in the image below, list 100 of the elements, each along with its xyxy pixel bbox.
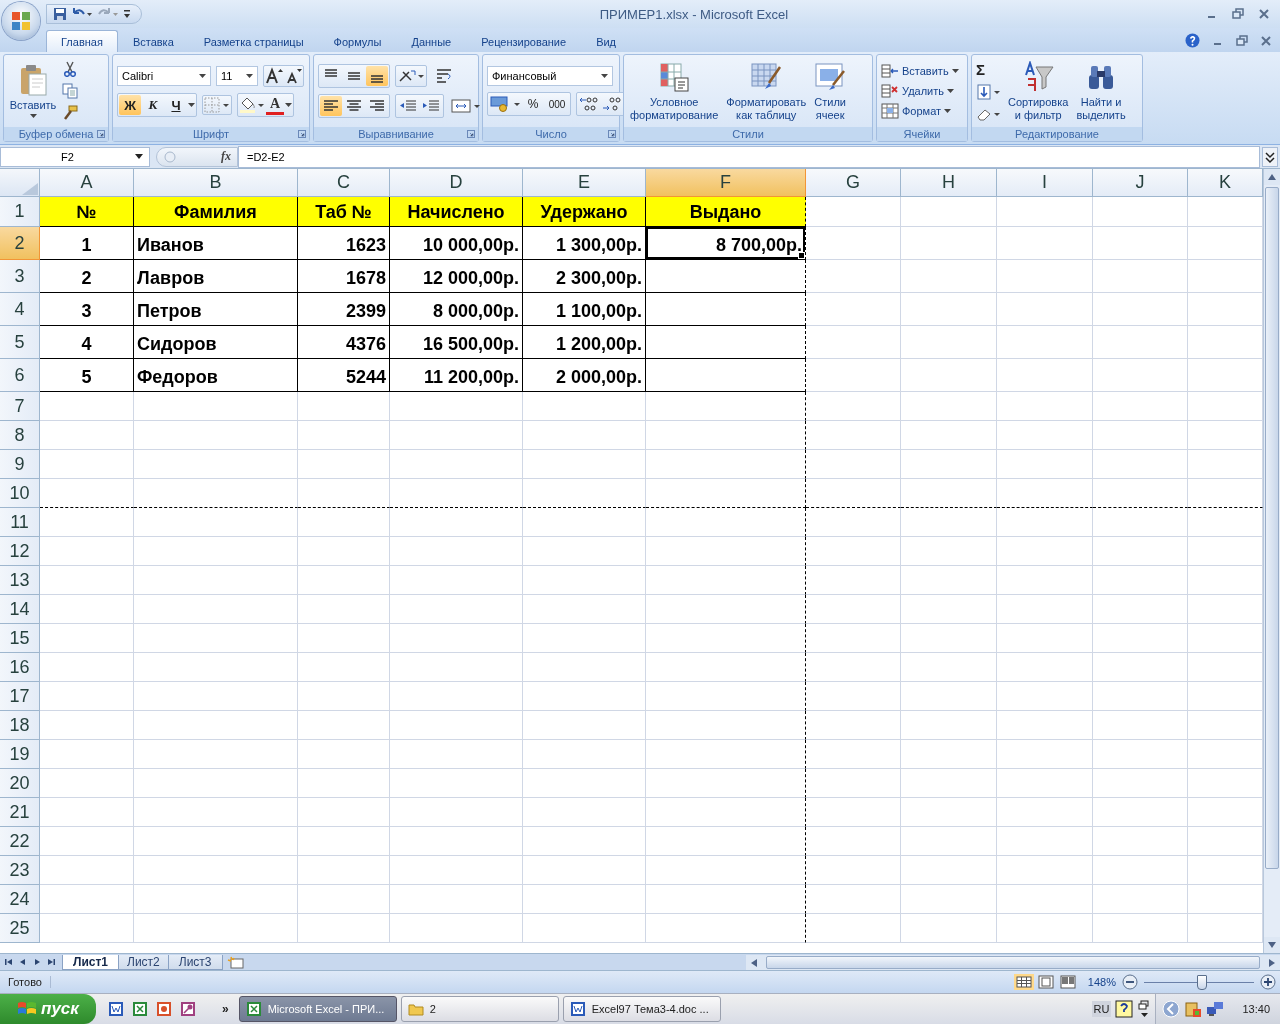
table-cell[interactable]: 4376 (298, 326, 390, 359)
chevron-left-icon[interactable] (1162, 1000, 1181, 1018)
table-cell[interactable]: 12 000,00р. (390, 260, 523, 293)
row-header[interactable]: 21 (0, 798, 40, 827)
column-header[interactable]: K (1188, 169, 1263, 197)
column-header[interactable]: E (523, 169, 646, 197)
close-icon[interactable] (1258, 8, 1270, 20)
table-cell[interactable]: 2 000,00р. (523, 359, 646, 392)
table-cell[interactable]: Фамилия (134, 197, 298, 227)
splitter-handle-icon[interactable] (163, 149, 177, 164)
paste-button[interactable]: Вставить (8, 62, 58, 120)
table-cell[interactable]: 8 000,00р. (390, 293, 523, 326)
table-cell[interactable] (646, 827, 806, 856)
next-sheet-icon[interactable] (32, 957, 42, 967)
styles-button[interactable]: Стили ячеек (812, 58, 849, 124)
row-header[interactable]: 23 (0, 856, 40, 885)
table-cell[interactable] (646, 359, 806, 392)
increase-decimal-icon[interactable] (578, 94, 600, 114)
ribbon-tab[interactable]: Вид (581, 30, 632, 52)
fill-color-icon[interactable] (239, 96, 265, 114)
column-header[interactable]: J (1093, 169, 1188, 197)
table-cell[interactable] (646, 740, 806, 769)
zoom-out-icon[interactable] (1122, 974, 1138, 990)
table-cell[interactable]: Федоров (134, 359, 298, 392)
format-toggle-button[interactable]: К (142, 95, 164, 115)
sheet-tab[interactable]: Лист3 (167, 955, 223, 970)
insert-function-label[interactable]: fx (221, 149, 231, 164)
table-cell[interactable]: 1 (40, 227, 134, 260)
more-glyph[interactable]: » (222, 1002, 229, 1016)
dialog-launcher-icon[interactable] (608, 130, 616, 138)
taskbar-button[interactable]: 2 (400, 996, 559, 1022)
row-header[interactable]: 17 (0, 682, 40, 711)
language-bar-icon[interactable] (1137, 1000, 1152, 1018)
name-box[interactable]: F2 (0, 146, 150, 167)
decrease-decimal-icon[interactable] (601, 94, 623, 114)
percent-button[interactable]: % (522, 94, 544, 114)
editing-button[interactable]: Найти и выделить (1074, 58, 1128, 124)
left-arrow-icon[interactable] (750, 958, 757, 967)
help-icon[interactable] (1115, 1000, 1134, 1018)
select-all-corner[interactable] (0, 169, 40, 197)
scroll-up-button[interactable] (1264, 169, 1280, 185)
table-cell[interactable] (646, 479, 806, 508)
column-header[interactable]: G (806, 169, 901, 197)
right-arrow-icon[interactable] (1269, 958, 1275, 967)
new-sheet-icon[interactable] (225, 956, 246, 970)
dialog-launcher-icon[interactable] (467, 130, 475, 138)
key-icon[interactable] (180, 1001, 196, 1017)
table-cell[interactable] (646, 682, 806, 711)
dropdown-caret-icon[interactable] (188, 103, 195, 107)
column-header[interactable]: I (997, 169, 1093, 197)
row-header[interactable]: 24 (0, 885, 40, 914)
font-name-field[interactable]: Calibri (117, 66, 211, 86)
office-button[interactable] (2, 2, 40, 40)
table-cell[interactable]: 8 700,00р. (646, 227, 806, 260)
formula-field[interactable]: =D2-E2 (238, 145, 1260, 168)
customize-caret-icon[interactable] (123, 9, 131, 19)
ribbon-tab[interactable]: Вставка (117, 30, 189, 52)
last-sheet-icon[interactable] (46, 957, 56, 967)
format-painter-icon[interactable] (62, 105, 78, 121)
document-icon[interactable] (108, 1001, 124, 1017)
ribbon-tab[interactable]: Формулы (318, 30, 397, 52)
row-header[interactable]: 6 (0, 359, 40, 392)
save-icon[interactable] (53, 7, 67, 21)
table-cell[interactable] (646, 537, 806, 566)
wrap-text-icon[interactable] (434, 67, 454, 85)
table-cell[interactable] (646, 421, 806, 450)
table-cell[interactable]: 10 000,00р. (390, 227, 523, 260)
fill-down-icon[interactable] (976, 83, 1002, 100)
scroll-thumb[interactable] (1265, 187, 1279, 869)
shrink-font-icon[interactable] (284, 67, 302, 85)
table-cell[interactable] (646, 624, 806, 653)
row-header[interactable]: 7 (0, 392, 40, 421)
row-header[interactable]: 2 (0, 227, 40, 260)
table-cell[interactable]: 1 100,00р. (523, 293, 646, 326)
table-cell[interactable] (646, 798, 806, 827)
table-cell[interactable] (646, 653, 806, 682)
ribbon-tab[interactable]: Рецензирование (466, 30, 582, 52)
first-sheet-icon[interactable] (4, 957, 14, 967)
table-cell[interactable]: 1678 (298, 260, 390, 293)
row-header[interactable]: 12 (0, 537, 40, 566)
zoom-slider-thumb[interactable] (1197, 974, 1208, 990)
presentation-icon[interactable] (156, 1001, 172, 1017)
table-cell[interactable]: Сидоров (134, 326, 298, 359)
table-cell[interactable]: Таб № (298, 197, 390, 227)
table-cell[interactable] (646, 914, 806, 943)
styles-button[interactable]: Форматировать как таблицу (724, 58, 809, 124)
table-cell[interactable]: 2 (40, 260, 134, 293)
grow-font-icon[interactable] (265, 67, 283, 85)
table-cell[interactable] (646, 769, 806, 798)
row-header[interactable]: 16 (0, 653, 40, 682)
table-cell[interactable] (646, 326, 806, 359)
table-cell[interactable]: 5244 (298, 359, 390, 392)
dialog-launcher-icon[interactable] (298, 130, 306, 138)
table-cell[interactable] (646, 508, 806, 537)
table-cell[interactable]: Удержано (523, 197, 646, 227)
zoom-level[interactable]: 148% (1087, 976, 1116, 988)
table-cell[interactable] (646, 595, 806, 624)
scroll-down-button[interactable] (1264, 937, 1280, 953)
vertical-align-icon[interactable] (366, 66, 388, 86)
table-cell[interactable]: 1 300,00р. (523, 227, 646, 260)
